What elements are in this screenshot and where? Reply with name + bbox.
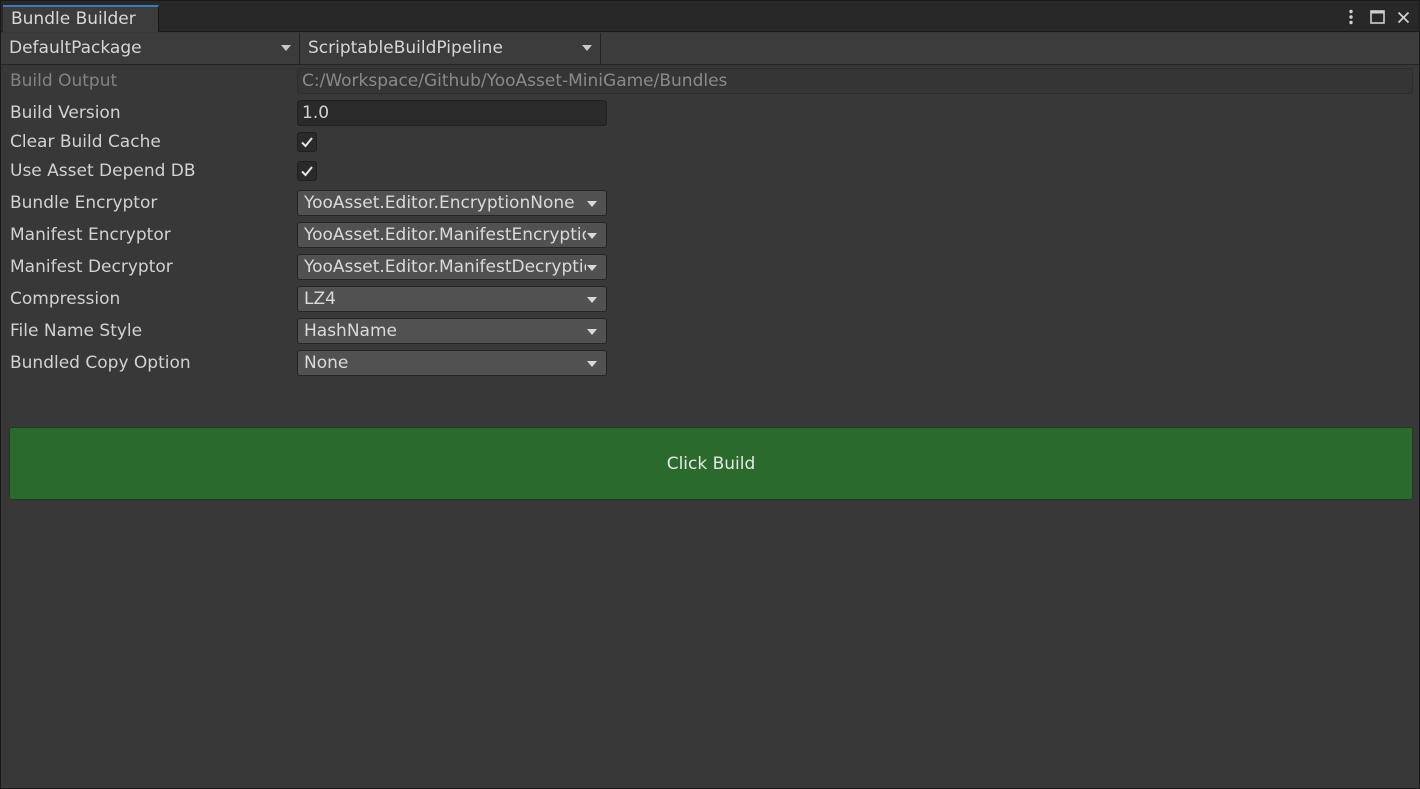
compression-label: Compression <box>10 289 121 309</box>
checkmark-icon <box>301 166 313 177</box>
file-name-style-value: HashName <box>304 321 397 341</box>
checkmark-icon <box>301 137 313 148</box>
manifest-encryptor-label: Manifest Encryptor <box>10 225 171 245</box>
maximize-icon[interactable] <box>1367 7 1387 27</box>
file-name-style-label: File Name Style <box>10 321 143 341</box>
click-build-button[interactable]: Click Build <box>9 427 1413 500</box>
build-output-field: C:/Workspace/Github/YooAsset-MiniGame/Bu… <box>297 68 1413 94</box>
clear-build-cache-label: Clear Build Cache <box>10 132 161 152</box>
pipeline-dropdown[interactable]: ScriptableBuildPipeline <box>300 33 601 64</box>
bundled-copy-option-value: None <box>304 353 349 373</box>
chevron-down-icon <box>587 297 597 303</box>
build-version-field[interactable]: 1.0 <box>297 100 607 126</box>
use-asset-depend-db-checkbox[interactable] <box>297 161 317 181</box>
manifest-decryptor-dropdown[interactable]: YooAsset.Editor.ManifestDecryptionNone <box>297 254 607 280</box>
bundle-builder-window: Bundle Builder DefaultPackage Scriptable… <box>0 0 1420 789</box>
file-name-style-dropdown[interactable]: HashName <box>297 318 607 344</box>
manifest-decryptor-value: YooAsset.Editor.ManifestDecryptionNone <box>304 257 586 277</box>
tab-bundle-builder[interactable]: Bundle Builder <box>3 5 159 32</box>
manifest-decryptor-label: Manifest Decryptor <box>10 257 173 277</box>
use-asset-depend-db-label: Use Asset Depend DB <box>10 161 196 181</box>
toolbar: DefaultPackage ScriptableBuildPipeline <box>1 33 1419 65</box>
compression-dropdown[interactable]: LZ4 <box>297 286 607 312</box>
click-build-label: Click Build <box>666 453 756 474</box>
manifest-encryptor-value: YooAsset.Editor.ManifestEncryptionNone <box>304 225 586 245</box>
pipeline-dropdown-value: ScriptableBuildPipeline <box>308 38 503 58</box>
chevron-down-icon <box>281 45 291 51</box>
chevron-down-icon <box>587 265 597 271</box>
build-output-value: C:/Workspace/Github/YooAsset-MiniGame/Bu… <box>302 71 728 91</box>
bundled-copy-option-label: Bundled Copy Option <box>10 353 191 373</box>
build-version-label: Build Version <box>10 103 121 123</box>
window-controls <box>1341 7 1413 27</box>
package-dropdown[interactable]: DefaultPackage <box>1 33 300 64</box>
bundle-encryptor-value: YooAsset.Editor.EncryptionNone <box>304 193 575 213</box>
compression-value: LZ4 <box>304 289 336 309</box>
build-version-value: 1.0 <box>302 103 330 123</box>
tab-title: Bundle Builder <box>11 9 136 29</box>
window-tab-bar: Bundle Builder <box>1 1 1419 32</box>
chevron-down-icon <box>587 329 597 335</box>
manifest-encryptor-dropdown[interactable]: YooAsset.Editor.ManifestEncryptionNone <box>297 222 607 248</box>
kebab-menu-icon[interactable] <box>1341 7 1361 27</box>
package-dropdown-value: DefaultPackage <box>9 38 142 58</box>
clear-build-cache-checkbox[interactable] <box>297 132 317 152</box>
chevron-down-icon <box>587 201 597 207</box>
bundle-encryptor-dropdown[interactable]: YooAsset.Editor.EncryptionNone <box>297 190 607 216</box>
bundle-encryptor-label: Bundle Encryptor <box>10 193 158 213</box>
close-icon[interactable] <box>1393 7 1413 27</box>
chevron-down-icon <box>582 45 592 51</box>
chevron-down-icon <box>587 233 597 239</box>
build-output-label: Build Output <box>10 71 118 91</box>
bundled-copy-option-dropdown[interactable]: None <box>297 350 607 376</box>
chevron-down-icon <box>587 361 597 367</box>
